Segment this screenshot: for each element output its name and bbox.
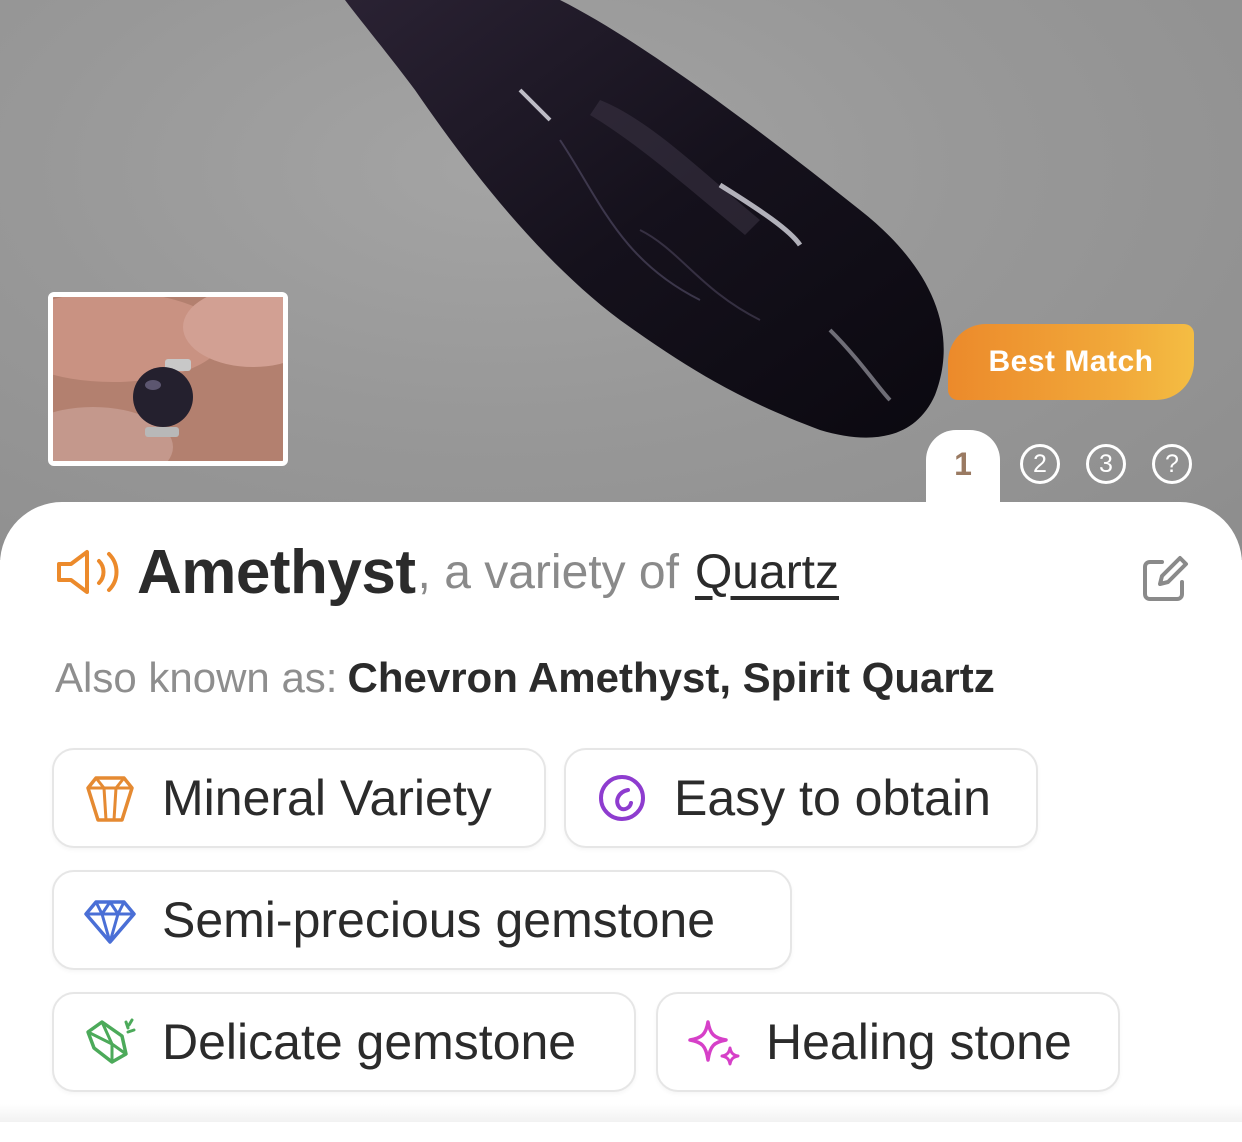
edit-icon[interactable] xyxy=(1138,554,1190,606)
crystal-outline-icon xyxy=(86,776,134,822)
diamond-icon xyxy=(84,900,136,944)
tag-label: Delicate gemstone xyxy=(162,1014,577,1070)
tag-label: Mineral Variety xyxy=(162,770,492,826)
parent-mineral-link[interactable]: Quartz xyxy=(695,545,839,600)
result-tab-2[interactable]: 2 xyxy=(1020,444,1060,484)
result-tab-unknown[interactable]: ? xyxy=(1152,444,1192,484)
aka-values: Chevron Amethyst, Spirit Quartz xyxy=(347,654,995,701)
tag-easy-to-obtain[interactable]: Easy to obtain xyxy=(564,748,1038,848)
speaker-icon[interactable] xyxy=(55,547,123,597)
cracked-gem-icon xyxy=(86,1018,136,1064)
tag-label: Easy to obtain xyxy=(674,770,991,826)
aka-label: Also known as: xyxy=(55,654,338,701)
circle-swirl-icon xyxy=(599,775,645,821)
tag-healing-stone[interactable]: Healing stone xyxy=(656,992,1120,1092)
tag-delicate-gemstone[interactable]: Delicate gemstone xyxy=(52,992,636,1092)
also-known-as: Also known as: Chevron Amethyst, Spirit Q… xyxy=(55,654,995,702)
result-title: Amethyst , a variety of Quartz xyxy=(55,532,839,612)
best-match-badge: Best Match xyxy=(948,324,1194,400)
variety-label: , a variety of xyxy=(417,545,679,599)
result-pager: 1 2 3 ? xyxy=(0,430,1242,520)
tag-semi-precious[interactable]: Semi-precious gemstone xyxy=(52,870,792,970)
sparkles-icon xyxy=(688,1020,740,1066)
tag-mineral-variety[interactable]: Mineral Variety xyxy=(52,748,546,848)
tag-label: Semi-precious gemstone xyxy=(162,892,716,948)
bottom-divider xyxy=(0,1104,1242,1122)
specimen-name: Amethyst xyxy=(137,537,416,607)
tag-label: Healing stone xyxy=(766,1014,1072,1070)
result-tab-3[interactable]: 3 xyxy=(1086,444,1126,484)
